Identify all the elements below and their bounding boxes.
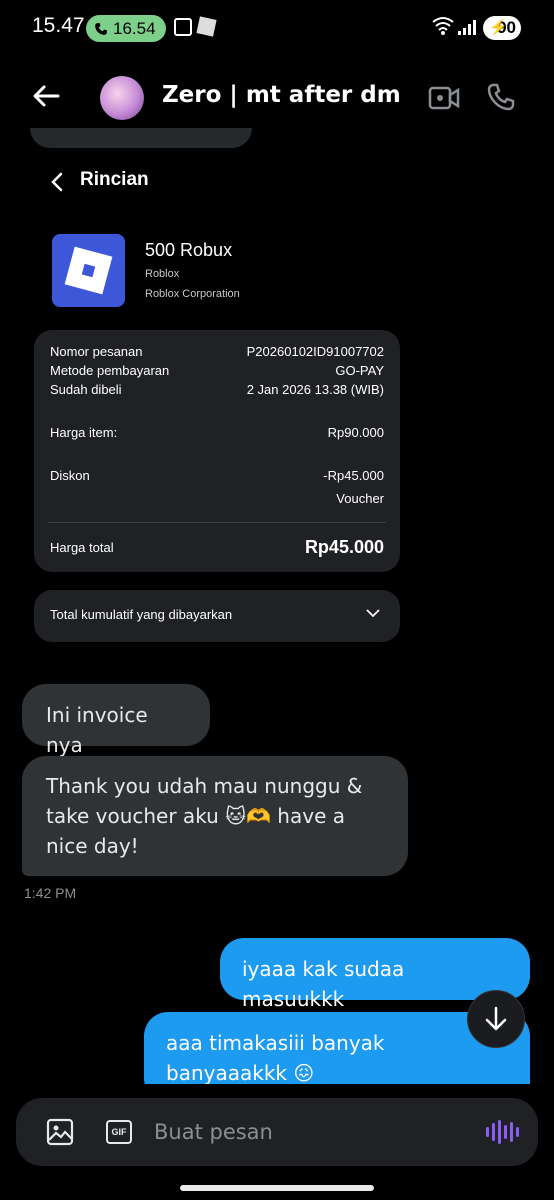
status-bar: 15.47 16.54 ⚡ 90 — [0, 0, 554, 56]
back-arrow-icon[interactable] — [32, 84, 60, 108]
battery-charging-icon: ⚡ — [489, 19, 508, 36]
product-corporation: Roblox Corporation — [145, 288, 240, 300]
battery-indicator: ⚡ 90 — [483, 16, 521, 40]
message-input[interactable] — [154, 1116, 454, 1148]
message-composer: GIF — [16, 1098, 538, 1166]
ongoing-call-pill[interactable]: 16.54 — [86, 15, 166, 42]
chat-title[interactable]: Zero | mt after dm — [162, 82, 401, 108]
voice-call-icon[interactable] — [486, 82, 516, 112]
scroll-to-bottom-button[interactable] — [467, 990, 525, 1048]
purchase-date-row: Sudah dibeli 2 Jan 2026 13.38 (WIB) — [50, 382, 384, 397]
payment-method-row: Metode pembayaran GO-PAY — [50, 363, 384, 378]
product-developer: Roblox — [145, 268, 180, 280]
order-detail-card: Nomor pesanan P20260102ID91007702 Metode… — [34, 330, 400, 572]
item-price-row: Harga item: Rp90.000 — [50, 425, 384, 440]
roblox-notification-icon — [196, 16, 217, 37]
received-message[interactable]: Thank you udah mau nunggu & take voucher… — [22, 756, 408, 876]
image-icon[interactable] — [46, 1118, 74, 1146]
chevron-down-icon — [366, 609, 380, 618]
sent-message[interactable]: iyaaa kak sudaa masuukkk — [220, 938, 530, 1011]
video-call-icon[interactable] — [428, 85, 460, 111]
signal-icon — [458, 19, 476, 35]
total-price-row: Harga total Rp45.000 — [50, 537, 384, 557]
gif-icon[interactable]: GIF — [106, 1120, 132, 1144]
product-name: 500 Robux — [145, 240, 233, 260]
order-number-row: Nomor pesanan P20260102ID91007702 — [50, 344, 384, 359]
received-message[interactable]: Ini invoice nya — [22, 684, 210, 757]
message-timestamp: 1:42 PM — [24, 885, 77, 901]
wifi-icon — [432, 17, 454, 35]
discount-value: -Rp45.000 — [323, 468, 384, 483]
status-time: 15.47 — [32, 14, 85, 37]
roblox-app-icon — [52, 234, 125, 307]
receipt-image-message[interactable]: Rincian 500 Robux Roblox Roblox Corporat… — [22, 128, 412, 672]
cumulative-label: Total kumulatif yang dibayarkan — [50, 607, 233, 622]
discount-row: Diskon -Rp45.000 Voucher — [50, 468, 384, 506]
rincian-back-icon — [51, 172, 63, 192]
call-duration: 16.54 — [113, 18, 156, 38]
home-indicator — [180, 1185, 374, 1191]
divider — [48, 522, 386, 523]
avatar[interactable] — [100, 76, 144, 120]
screenshot-scan-icon — [174, 18, 192, 36]
arrow-down-icon — [485, 1006, 507, 1031]
cumulative-total-card: Total kumulatif yang dibayarkan — [34, 590, 400, 642]
phone-call-icon — [95, 22, 107, 35]
previous-message-remnant — [30, 128, 252, 148]
rincian-title: Rincian — [80, 169, 149, 190]
discount-note: Voucher — [336, 491, 384, 506]
chat-header: Zero | mt after dm — [0, 66, 554, 130]
voice-message-icon[interactable] — [486, 1120, 519, 1144]
